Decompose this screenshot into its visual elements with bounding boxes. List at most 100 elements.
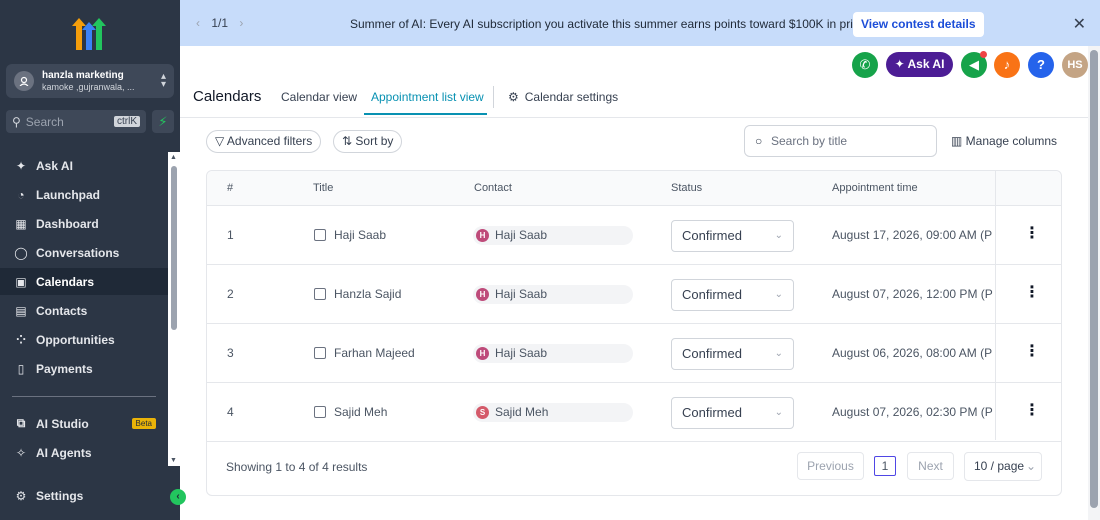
sparkle-icon: ✦ (894, 57, 908, 71)
sidebar-item-launchpad[interactable]: ◔ Launchpad (0, 181, 168, 208)
sidebar-item-dashboard[interactable]: ▦ Dashboard (0, 210, 168, 237)
page-number-button[interactable]: 1 (874, 456, 896, 476)
sidebar-divider (12, 396, 156, 397)
banner-page-count: 1/1 (211, 16, 229, 30)
tab-calendar-view[interactable]: Calendar view (281, 90, 357, 104)
status-value: Confirmed (682, 346, 742, 361)
scroll-up-icon[interactable]: ▲ (170, 154, 177, 161)
status-value: Confirmed (682, 228, 742, 243)
row-actions-kebab-icon[interactable]: ⋮ (1024, 344, 1040, 360)
collapse-sidebar-icon[interactable]: ‹ (170, 489, 186, 505)
row-actions-kebab-icon[interactable]: ⋮ (1024, 285, 1040, 301)
sort-by-button[interactable]: ⇅ Sort by (333, 130, 403, 153)
contact-chip[interactable]: H Haji Saab (473, 226, 633, 245)
sidebar-item-calendars[interactable]: ▣ Calendars (0, 268, 168, 295)
appointment-title[interactable]: Hanzla Sajid (314, 287, 401, 301)
search-icon: ○ (755, 134, 763, 148)
sidebar-item-label: AI Agents (36, 445, 92, 460)
contact-chip[interactable]: S Sajid Meh (473, 403, 633, 422)
phone-icon[interactable]: ✆ (852, 52, 878, 78)
chevron-left-icon[interactable]: ‹ (196, 16, 200, 30)
status-select[interactable]: Confirmed ⌄ (671, 279, 794, 311)
chevron-down-icon: ⌄ (774, 407, 783, 418)
sidebar-item-ai-agents[interactable]: ✧ AI Agents (0, 439, 168, 466)
table-row[interactable]: 3 Farhan Majeed H Haji Saab Confirmed ⌄ Au… (207, 324, 1061, 383)
appointment-title[interactable]: Haji Saab (314, 228, 386, 242)
row-number: 1 (227, 228, 234, 242)
beta-badge: Beta (131, 418, 156, 429)
banner-message: Summer of AI: Every AI subscription you … (350, 17, 875, 31)
scroll-down-icon[interactable]: ▼ (170, 457, 177, 464)
appointment-title-text: Farhan Majeed (334, 346, 415, 360)
previous-page-button[interactable]: Previous (797, 452, 864, 480)
sidebar-item-label: Opportunities (36, 332, 115, 347)
account-switcher[interactable]: hanzla marketing kamoke ,gujranwala, ...… (6, 64, 174, 98)
ask-ai-button[interactable]: ✦ Ask AI (886, 52, 953, 77)
row-actions-kebab-icon[interactable]: ⋮ (1024, 403, 1040, 419)
opportunities-icon: ⁘ (15, 332, 27, 347)
advanced-filters-button[interactable]: ▽ Advanced filters (206, 130, 322, 153)
contact-name: Haji Saab (495, 287, 548, 301)
tab-calendar-settings[interactable]: ⚙ Calendar settings (508, 90, 618, 104)
help-button[interactable]: ? (1028, 52, 1054, 78)
sidebar-item-opportunities[interactable]: ⁘ Opportunities (0, 326, 168, 353)
contact-chip[interactable]: H Haji Saab (473, 344, 633, 363)
sidebar-item-label: Contacts (36, 303, 88, 318)
sidebar-scroll-thumb[interactable] (171, 166, 177, 330)
gear-icon: ⚙ (508, 90, 519, 104)
status-value: Confirmed (682, 405, 742, 420)
table-row[interactable]: 1 Haji Saab H Haji Saab Confirmed ⌄ August… (207, 206, 1061, 265)
sort-by-label: Sort by (355, 134, 394, 148)
sidebar-item-ask-ai[interactable]: ✦ Ask AI (0, 152, 168, 179)
app-logo[interactable] (70, 16, 108, 52)
contact-name: Sajid Meh (495, 405, 549, 419)
sidebar-item-contacts[interactable]: ▤ Contacts (0, 297, 168, 324)
header-divider (180, 117, 1088, 118)
sidebar-item-ai-studio[interactable]: ⧉ AI Studio Beta (0, 410, 168, 437)
appointments-table: # Title Contact Status Appointment time … (206, 170, 1062, 496)
sparkle-icon: ✧ (15, 445, 27, 460)
contact-avatar: H (476, 229, 489, 242)
page-title: Calendars (193, 88, 262, 105)
sidebar-item-payments[interactable]: ▯ Payments (0, 355, 168, 382)
page-size-select[interactable]: 10 / page ⌄ (964, 452, 1042, 481)
row-actions-kebab-icon[interactable]: ⋮ (1024, 226, 1040, 242)
table-row[interactable]: 2 Hanzla Sajid H Haji Saab Confirmed ⌄ Aug… (207, 265, 1061, 324)
sidebar-item-settings[interactable]: ⚙ Settings (0, 482, 168, 509)
row-number: 4 (227, 405, 234, 419)
close-icon[interactable]: ✕ (1073, 14, 1086, 34)
sidebar-search-input[interactable]: ⚲ Search ctrlK (6, 110, 146, 133)
sidebar-item-conversations[interactable]: ◯ Conversations (0, 239, 168, 266)
ask-ai-label: Ask AI (907, 57, 945, 71)
appointment-title[interactable]: Farhan Majeed (314, 346, 415, 360)
chevron-down-icon: ⌄ (774, 348, 783, 359)
table-row[interactable]: 4 Sajid Meh S Sajid Meh Confirmed ⌄ August… (207, 383, 1061, 442)
user-avatar[interactable]: HS (1062, 52, 1088, 78)
appointment-title[interactable]: Sajid Meh (314, 405, 387, 419)
chevron-right-icon[interactable]: › (239, 16, 243, 30)
appointment-title-text: Hanzla Sajid (334, 287, 402, 301)
contact-name: Haji Saab (495, 346, 548, 360)
column-header-status: Status (671, 182, 703, 194)
row-number: 3 (227, 346, 234, 360)
main-scrollbar[interactable] (1088, 46, 1100, 520)
status-select[interactable]: Confirmed ⌄ (671, 397, 794, 429)
contact-chip[interactable]: H Haji Saab (473, 285, 633, 304)
contact-avatar: H (476, 288, 489, 301)
main-scroll-thumb[interactable] (1090, 50, 1098, 508)
manage-columns-button[interactable]: ▥ Manage columns (951, 134, 1057, 148)
search-by-title-input[interactable]: ○ Search by title (744, 125, 937, 157)
appointment-time: August 07, 2026, 12:00 PM (P (832, 287, 993, 301)
search-shortcut: ctrlK (114, 116, 140, 127)
quick-actions-bolt-icon[interactable]: ⚡ (152, 110, 174, 133)
appointment-title-text: Haji Saab (334, 228, 387, 242)
next-page-button[interactable]: Next (907, 452, 954, 480)
status-select[interactable]: Confirmed ⌄ (671, 338, 794, 370)
notification-dot (980, 51, 987, 58)
bell-icon[interactable]: ♪ (994, 52, 1020, 78)
sidebar-scrollbar[interactable]: ▲ ▼ (168, 152, 180, 466)
chevron-updown-icon: ▴ ▾ (160, 71, 166, 90)
tab-appointment-list-view[interactable]: Appointment list view (371, 90, 484, 104)
view-contest-details-button[interactable]: View contest details (853, 12, 984, 37)
status-select[interactable]: Confirmed ⌄ (671, 220, 794, 252)
